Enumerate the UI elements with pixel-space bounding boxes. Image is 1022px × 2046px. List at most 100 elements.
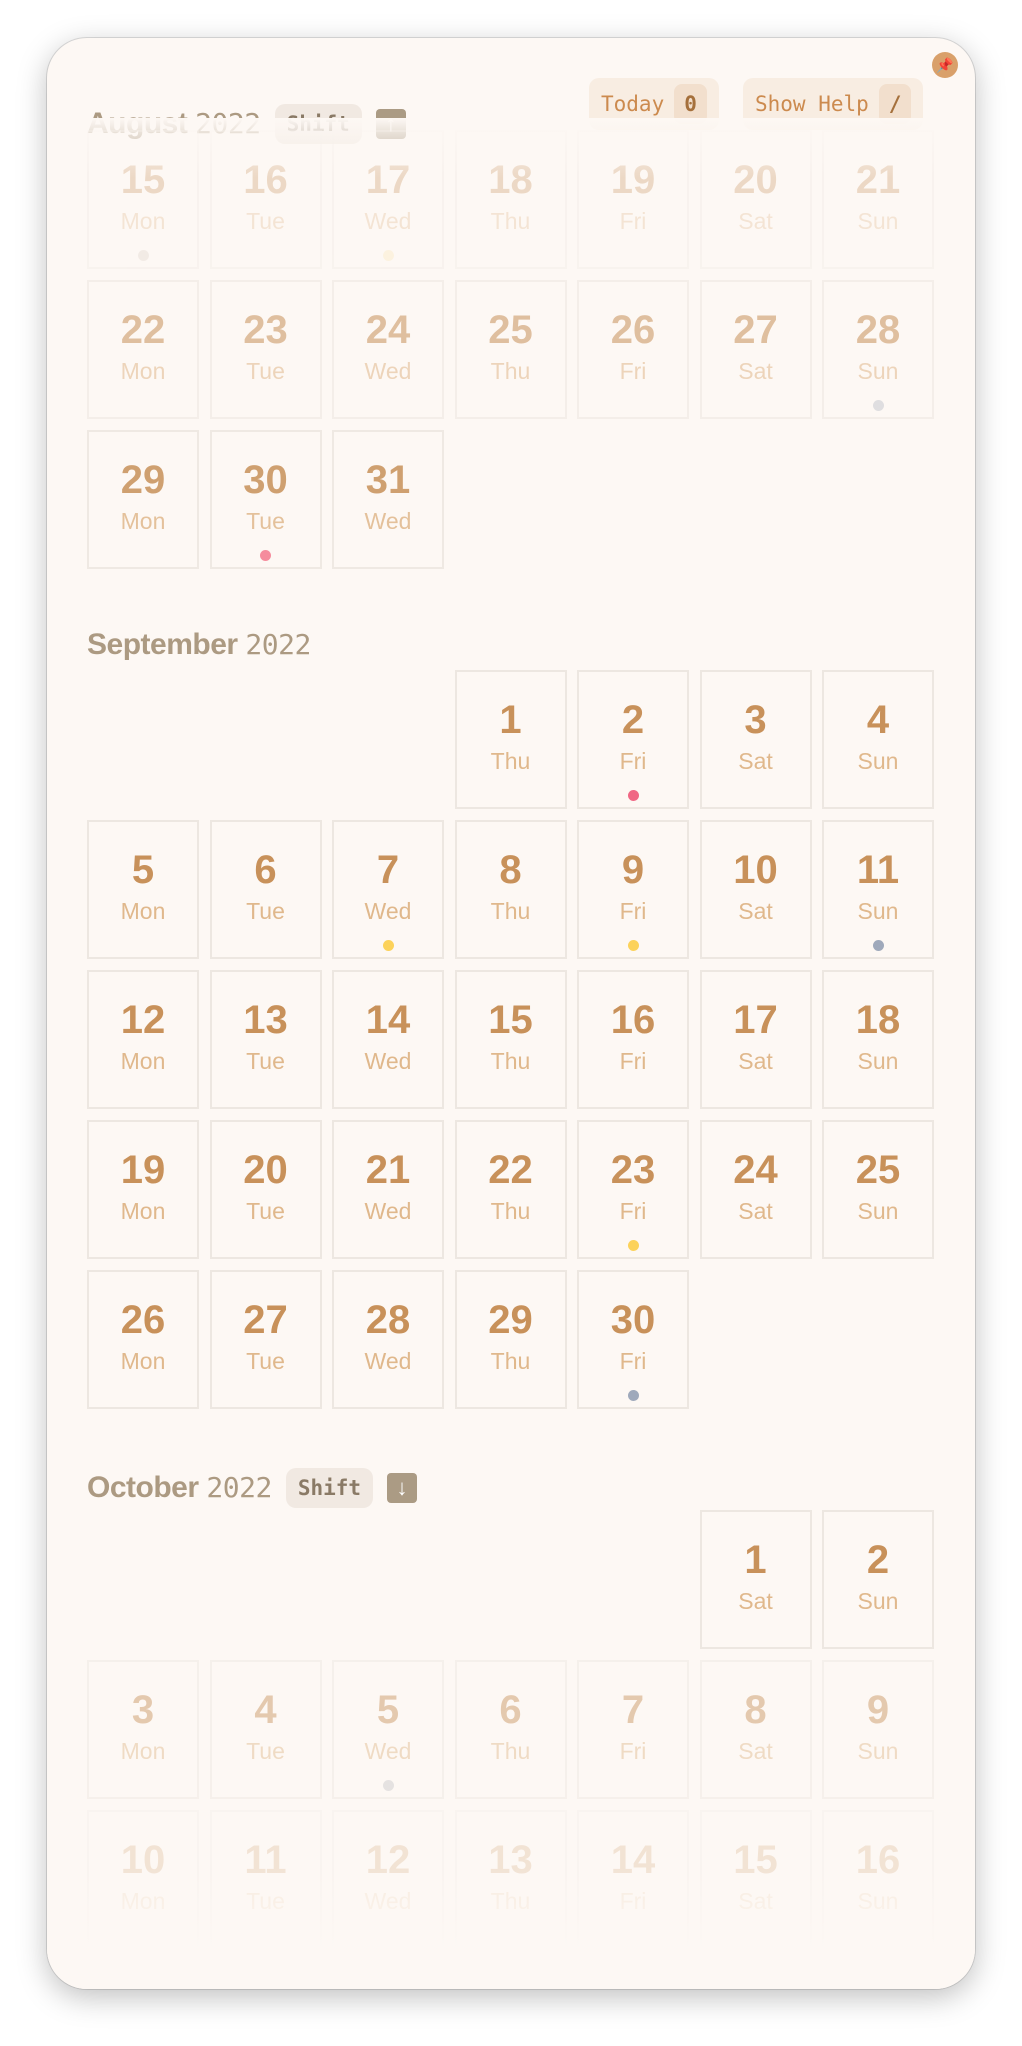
weekday-label: Thu: [490, 1198, 531, 1224]
day-cell[interactable]: 15 Mon: [87, 130, 199, 269]
day-cell[interactable]: 16 Tue: [209, 130, 322, 269]
day-cell[interactable]: 6 Thu: [454, 1660, 567, 1799]
day-cell[interactable]: 28 Sun: [822, 280, 934, 419]
day-cell[interactable]: 10 Sat: [699, 820, 812, 959]
day-cell[interactable]: 30 Fri: [577, 1270, 689, 1409]
day-cell[interactable]: 21 Sun: [822, 130, 934, 269]
day-cell[interactable]: 12 Wed: [332, 1810, 444, 1949]
day-cell[interactable]: 21 Wed: [332, 1120, 444, 1259]
day-cell[interactable]: 6 Tue: [209, 820, 322, 959]
day-cell[interactable]: 26 Mon: [87, 1270, 199, 1409]
day-cell[interactable]: 16 Sun: [822, 1810, 934, 1949]
arrow-down-icon[interactable]: ↓: [387, 1473, 418, 1503]
day-cell[interactable]: 8 Thu: [454, 820, 567, 959]
day-cell[interactable]: 29 Mon: [87, 430, 199, 569]
weekday-label: Sun: [857, 208, 899, 234]
day-cell[interactable]: 25 Sun: [822, 1120, 934, 1259]
day-cell[interactable]: 3 Sat: [699, 670, 812, 809]
day-cell[interactable]: 30 Tue: [209, 430, 322, 569]
day-cell[interactable]: 18 Sun: [822, 970, 934, 1109]
day-cell[interactable]: 23 Tue: [209, 280, 322, 419]
day-cell[interactable]: 27 Tue: [209, 1270, 322, 1409]
day-number: 27: [733, 308, 778, 352]
event-dot: [872, 400, 884, 411]
today-label: Today: [601, 92, 665, 116]
day-cell[interactable]: 14 Wed: [332, 970, 444, 1109]
day-cell[interactable]: 18 Thu: [454, 130, 567, 269]
show-help-button[interactable]: Show Help /: [743, 78, 924, 130]
day-cell[interactable]: 22 Thu: [454, 1120, 567, 1259]
day-cell[interactable]: 1 Thu: [454, 670, 567, 809]
day-cell[interactable]: 29 Thu: [454, 1270, 567, 1409]
day-cell[interactable]: 19 Mon: [87, 1120, 199, 1259]
day-cell[interactable]: 7 Fri: [577, 1660, 689, 1799]
day-cell[interactable]: 7 Wed: [332, 820, 444, 959]
today-button[interactable]: Today 0: [589, 78, 719, 130]
day-cell[interactable]: 17 Sat: [699, 970, 812, 1109]
day-cell[interactable]: 9 Sun: [822, 1660, 934, 1799]
day-cell[interactable]: 14 Fri: [577, 1810, 689, 1949]
day-number: 15: [120, 158, 166, 202]
weekday-label: Sat: [738, 208, 773, 234]
day-number: 21: [365, 1148, 411, 1192]
day-cell[interactable]: 19 Fri: [577, 130, 689, 269]
day-cell[interactable]: 25 Thu: [454, 280, 567, 419]
weekday-label: Sun: [857, 898, 899, 924]
day-number: 12: [120, 998, 166, 1042]
weekday-label: Sun: [857, 748, 899, 774]
day-cell[interactable]: 10 Mon: [87, 1810, 199, 1949]
day-cell[interactable]: 1 Sat: [699, 1510, 812, 1649]
day-cell[interactable]: 11 Sun: [822, 820, 934, 959]
day-number: 29: [488, 1298, 533, 1342]
day-number: 25: [488, 308, 533, 352]
month-year: 2022: [206, 1471, 272, 1504]
day-number: 13: [243, 998, 288, 1042]
day-cell[interactable]: 9 Fri: [577, 820, 689, 959]
day-cell[interactable]: 27 Sat: [699, 280, 812, 419]
day-cell[interactable]: 12 Mon: [87, 970, 199, 1109]
day-cell[interactable]: 15 Thu: [454, 970, 567, 1109]
day-cell[interactable]: 5 Mon: [87, 820, 199, 959]
day-cell[interactable]: 13 Tue: [209, 970, 322, 1109]
weekday-label: Mon: [120, 358, 166, 384]
day-cell[interactable]: 17 Wed: [332, 130, 444, 269]
day-number: 16: [855, 1838, 901, 1882]
day-cell[interactable]: 23 Fri: [577, 1120, 689, 1259]
day-number: 26: [610, 308, 656, 352]
day-cell[interactable]: 16 Fri: [577, 970, 689, 1109]
day-cell[interactable]: 4 Sun: [822, 670, 934, 809]
weekday-label: Tue: [246, 1348, 285, 1374]
event-dot: [382, 250, 394, 261]
weekday-label: Mon: [120, 1048, 166, 1074]
weekday-label: Mon: [120, 1348, 166, 1374]
day-cell[interactable]: 20 Tue: [209, 1120, 322, 1259]
weekday-label: Fri: [619, 1348, 647, 1374]
day-number: 3: [744, 698, 767, 742]
day-cell[interactable]: 13 Thu: [454, 1810, 567, 1949]
day-cell[interactable]: 5 Wed: [332, 1660, 444, 1799]
shift-key[interactable]: Shift: [285, 1468, 374, 1508]
day-number: 16: [243, 158, 288, 202]
day-number: 1: [744, 1538, 767, 1582]
day-cell[interactable]: 11 Tue: [209, 1810, 322, 1949]
day-cell[interactable]: 28 Wed: [332, 1270, 444, 1409]
day-cell[interactable]: 2 Sun: [822, 1510, 934, 1649]
day-cell[interactable]: 22 Mon: [87, 280, 199, 419]
day-cell[interactable]: 4 Tue: [209, 1660, 322, 1799]
day-number: 20: [243, 1148, 288, 1192]
day-cell[interactable]: 8 Sat: [699, 1660, 812, 1799]
day-number: 24: [365, 308, 411, 352]
day-cell[interactable]: 24 Wed: [332, 280, 444, 419]
day-cell[interactable]: 2 Fri: [577, 670, 689, 809]
day-number: 6: [254, 848, 277, 892]
day-cell[interactable]: 31 Wed: [332, 430, 444, 569]
day-cell[interactable]: 24 Sat: [699, 1120, 812, 1259]
day-cell[interactable]: 26 Fri: [577, 280, 689, 419]
weekday-label: Tue: [246, 208, 285, 234]
day-cell[interactable]: 20 Sat: [699, 130, 812, 269]
weekday-label: Fri: [619, 748, 647, 774]
pin-icon[interactable]: 📌: [932, 52, 958, 78]
event-dot: [382, 1780, 394, 1791]
day-cell[interactable]: 15 Sat: [699, 1810, 812, 1949]
day-cell[interactable]: 3 Mon: [87, 1660, 199, 1799]
